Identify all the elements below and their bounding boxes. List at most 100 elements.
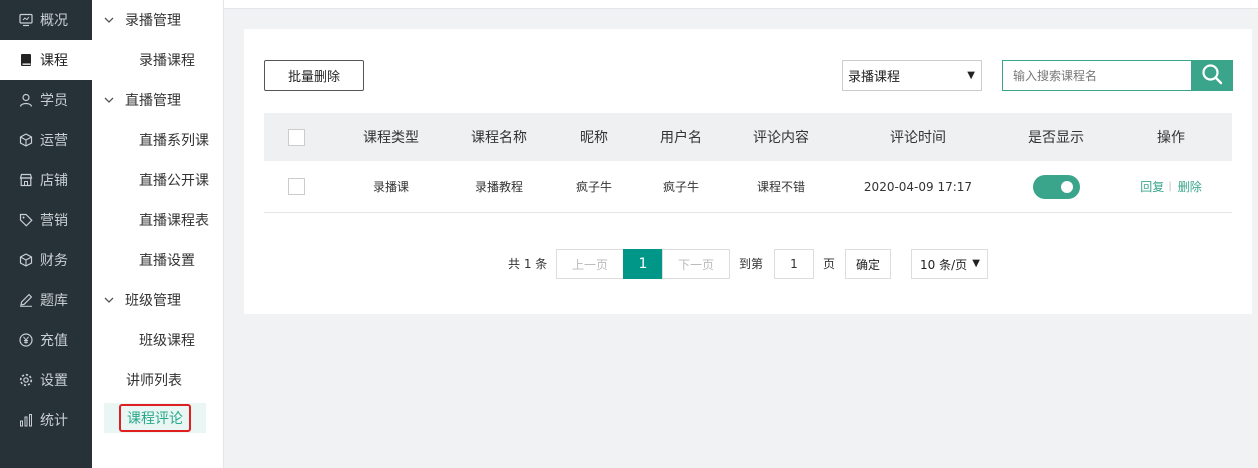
menu-item-class-course[interactable]: 班级课程 (92, 320, 223, 360)
nav-item-label: 营销 (40, 213, 68, 229)
nav-item-label: 学员 (40, 93, 68, 109)
nav-item-label: 课程 (40, 53, 68, 69)
main-nav: 概况课程学员运营店铺营销财务题库充值设置统计 (0, 0, 92, 468)
goto-confirm-button[interactable]: 确定 (845, 249, 891, 279)
cube-icon (19, 133, 33, 147)
nav-item-statistics[interactable]: 统计 (0, 400, 92, 440)
search-icon (1201, 63, 1223, 89)
cell-show (1016, 161, 1096, 212)
column-header: 评论时间 (890, 130, 946, 146)
book-icon (19, 53, 33, 67)
column-header: 昵称 (580, 130, 608, 146)
cell-course-type: 录播课 (372, 180, 409, 194)
cell-time: 2020-04-09 17:17 (863, 179, 973, 194)
nav-item-question-bank[interactable]: 题库 (0, 280, 92, 320)
nav-item-finance[interactable]: 财务 (0, 240, 92, 280)
search-button[interactable] (1191, 61, 1232, 90)
review-panel: 批量删除 录播课程 ▼ 课程类型 课程名称 昵称 用户名 评论内容 评论时间 是… (244, 29, 1252, 314)
column-header: 评论内容 (753, 130, 809, 146)
nav-item-recharge[interactable]: 充值 (0, 320, 92, 360)
nav-item-settings[interactable]: 设置 (0, 360, 92, 400)
gear-icon (19, 373, 33, 387)
menu-item-course-review[interactable]: 课程评论 (104, 403, 206, 433)
menu-item-live-open[interactable]: 直播公开课 (92, 160, 223, 200)
nav-item-overview[interactable]: 概况 (0, 0, 92, 40)
row-checkbox-cell[interactable] (286, 161, 306, 212)
nav-item-label: 财务 (40, 253, 68, 269)
menu-group-label: 录播管理 (125, 13, 181, 29)
menu-item-live-schedule[interactable]: 直播课程表 (92, 200, 223, 240)
nav-item-label: 店铺 (40, 173, 68, 189)
page-number-current[interactable]: 1 (623, 249, 663, 279)
monitor-icon (19, 13, 33, 27)
page-unit-label: 页 (823, 257, 836, 271)
chevron-down-icon (104, 295, 114, 305)
goto-page-input[interactable] (774, 249, 814, 279)
menu-group-recorded[interactable]: 录播管理 (92, 0, 223, 40)
checkbox[interactable] (287, 178, 305, 195)
tag-icon (19, 213, 33, 227)
delete-link[interactable]: 删除 (1178, 178, 1202, 195)
menu-group-label: 直播管理 (125, 93, 181, 109)
nav-item-label: 运营 (40, 133, 68, 149)
top-header-strip (224, 0, 1258, 9)
menu-item-course-review-label: 课程评论 (119, 404, 191, 432)
menu-item-live-settings[interactable]: 直播设置 (92, 240, 223, 280)
nav-item-shop[interactable]: 店铺 (0, 160, 92, 200)
menu-item-recorded-course[interactable]: 录播课程 (92, 40, 223, 80)
column-header: 课程名称 (471, 130, 527, 146)
pencil-icon (19, 293, 33, 307)
column-header: 是否显示 (1028, 130, 1084, 146)
column-header: 用户名 (660, 130, 702, 146)
page-size-select[interactable]: 10 条/页 ▼ (911, 249, 988, 279)
cell-nickname: 疯子牛 (575, 180, 612, 194)
yen-icon (19, 333, 33, 347)
table-row: 录播课 录播教程 疯子牛 疯子牛 课程不错 2020-04-09 17:17 回… (264, 161, 1232, 213)
select-all-checkbox[interactable] (286, 113, 306, 161)
nav-item-student[interactable]: 学员 (0, 80, 92, 120)
menu-item-teacher-list[interactable]: 讲师列表 (92, 360, 223, 400)
show-toggle[interactable] (1032, 174, 1080, 199)
course-type-select[interactable]: 录播课程 ▼ (842, 60, 982, 91)
course-submenu: 录播管理 录播课程 直播管理 直播系列课 直播公开课 直播课程表 直播设置 班级… (92, 0, 224, 468)
store-icon (19, 173, 33, 187)
batch-delete-button[interactable]: 批量删除 (264, 60, 364, 91)
cell-content: 课程不错 (756, 180, 805, 194)
user-icon (19, 93, 33, 107)
goto-label: 到第 (739, 257, 764, 271)
chevron-down-icon (104, 95, 114, 105)
toggle-knob (1060, 180, 1073, 193)
menu-group-label: 班级管理 (125, 293, 181, 309)
prev-page-button[interactable]: 上一页 (556, 249, 624, 279)
nav-item-marketing[interactable]: 营销 (0, 200, 92, 240)
nav-item-label: 设置 (40, 373, 68, 389)
chevron-down-icon (104, 15, 114, 25)
menu-group-class[interactable]: 班级管理 (92, 280, 223, 320)
bar-chart-icon (19, 413, 33, 427)
checkbox[interactable] (287, 128, 305, 146)
column-header: 课程类型 (363, 130, 419, 146)
nav-item-operation[interactable]: 运营 (0, 120, 92, 160)
cell-course-name: 录播教程 (474, 180, 523, 194)
cell-actions: 回复 | 删除 (1126, 161, 1216, 212)
nav-item-label: 统计 (40, 413, 68, 429)
cube-icon (19, 253, 33, 267)
menu-group-live[interactable]: 直播管理 (92, 80, 223, 120)
dropdown-caret-icon: ▼ (972, 258, 980, 269)
nav-item-label: 题库 (40, 293, 68, 309)
nav-item-label: 充值 (40, 333, 68, 349)
search-box (1002, 60, 1233, 91)
dropdown-caret-icon: ▼ (967, 70, 975, 81)
action-divider: | (1168, 181, 1172, 192)
nav-item-course[interactable]: 课程 (0, 40, 92, 80)
menu-item-live-series[interactable]: 直播系列课 (92, 120, 223, 160)
column-header: 操作 (1157, 130, 1185, 146)
next-page-button[interactable]: 下一页 (662, 249, 730, 279)
course-type-value: 录播课程 (848, 70, 901, 85)
nav-item-label: 概况 (40, 13, 68, 29)
cell-username: 疯子牛 (662, 180, 699, 194)
reply-link[interactable]: 回复 (1140, 178, 1164, 195)
page-size-value: 10 条/页 (920, 257, 968, 272)
search-input[interactable] (1003, 61, 1192, 90)
table-header: 课程类型 课程名称 昵称 用户名 评论内容 评论时间 是否显示 操作 (264, 113, 1232, 161)
